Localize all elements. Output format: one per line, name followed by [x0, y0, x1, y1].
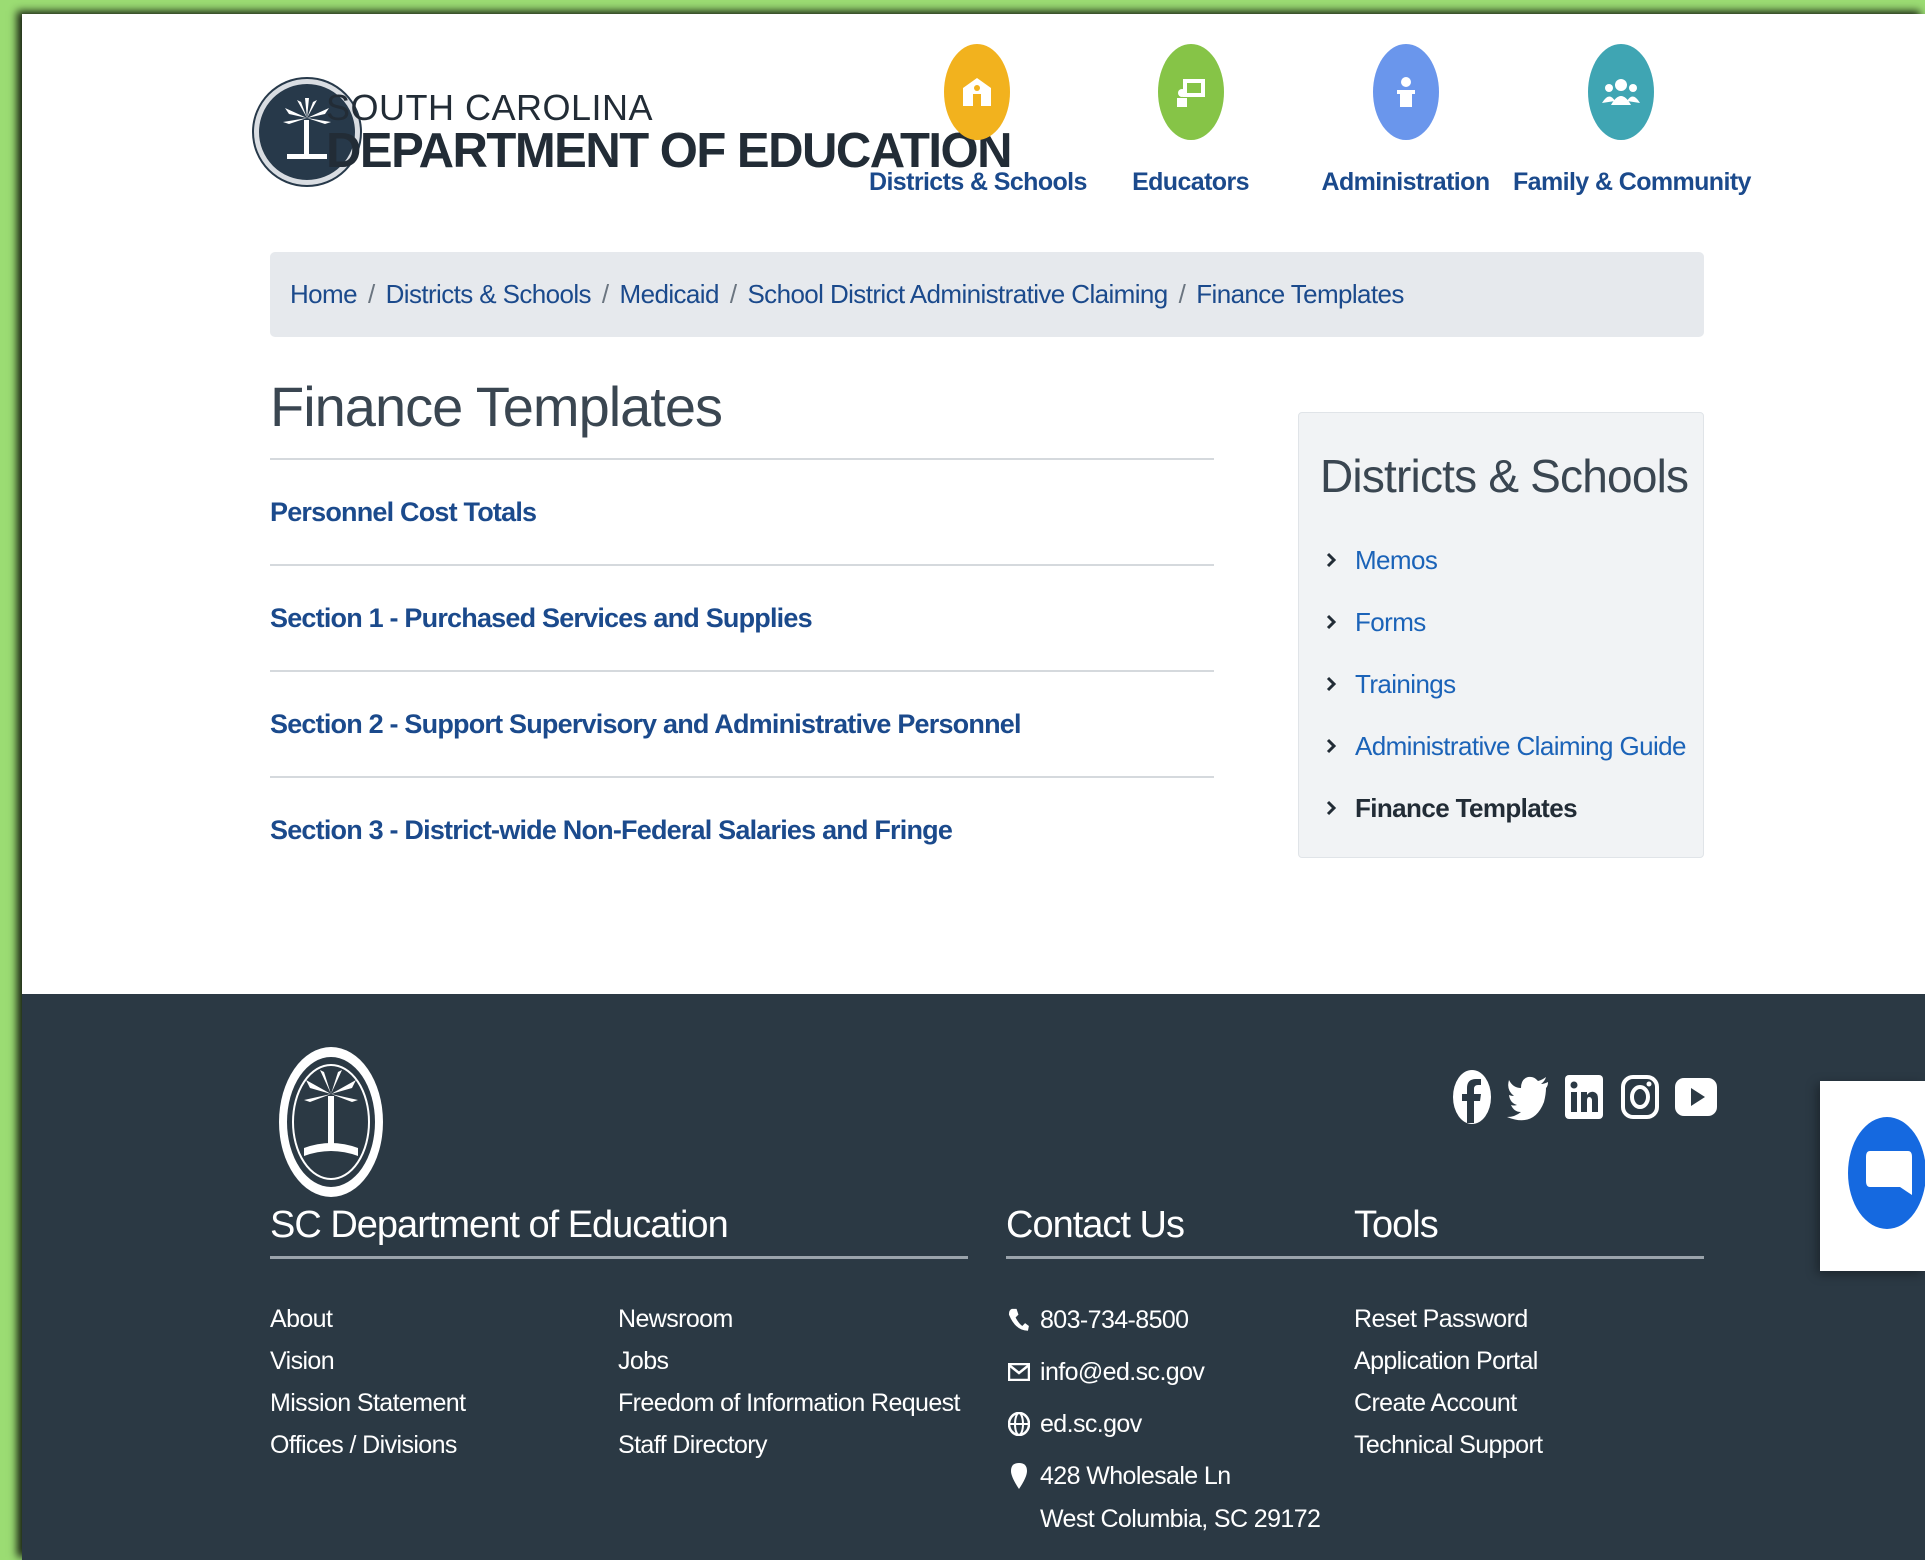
contact-phone-text: 803-734-8500	[1040, 1305, 1189, 1334]
contact-address-line1: 428 Wholesale Ln	[1040, 1461, 1231, 1490]
document-link[interactable]: Section 2 - Support Supervisory and Admi…	[270, 709, 1021, 740]
breadcrumb-separator: /	[729, 279, 737, 309]
breadcrumb-separator: /	[1178, 279, 1186, 309]
chat-bubble-icon	[1866, 1151, 1912, 1195]
footer-link-staff-directory[interactable]: Staff Directory	[618, 1424, 960, 1466]
footer-divider	[1354, 1256, 1704, 1259]
sidebar-item-label: Memos	[1355, 544, 1438, 575]
document-link[interactable]: Section 1 - Purchased Services and Suppl…	[270, 603, 813, 634]
list-item: Section 1 - Purchased Services and Suppl…	[270, 564, 1214, 670]
footer-link-create-account[interactable]: Create Account	[1354, 1382, 1543, 1424]
footer-link-technical-support[interactable]: Technical Support	[1354, 1424, 1543, 1466]
breadcrumb-sdac[interactable]: School District Administrative Claiming	[747, 279, 1168, 310]
list-item: Section 3 - District-wide Non-Federal Sa…	[270, 776, 1214, 882]
map-pin-icon	[1006, 1462, 1032, 1490]
list-item: Section 2 - Support Supervisory and Admi…	[270, 670, 1214, 776]
contact-email[interactable]: info@ed.sc.gov	[1006, 1346, 1320, 1398]
nav-educators[interactable]: Educators	[1083, 44, 1298, 197]
breadcrumb-districts-schools[interactable]: Districts & Schools	[386, 279, 592, 310]
footer-link-mission[interactable]: Mission Statement	[270, 1382, 466, 1424]
sidebar-title: Districts & Schools	[1320, 450, 1689, 502]
site-footer: SC Department of Education About Vision …	[22, 994, 1925, 1560]
footer-link-newsroom[interactable]: Newsroom	[618, 1298, 960, 1340]
sidebar-item-trainings[interactable]: Trainings	[1325, 653, 1686, 715]
document-link[interactable]: Personnel Cost Totals	[270, 497, 537, 528]
footer-org-links-2: Newsroom Jobs Freedom of Information Req…	[618, 1298, 961, 1466]
sidebar-item-label: Trainings	[1355, 668, 1456, 699]
document-list: Personnel Cost Totals Section 1 - Purcha…	[270, 458, 1214, 882]
footer-link-about[interactable]: About	[270, 1298, 465, 1340]
breadcrumb-medicaid[interactable]: Medicaid	[620, 279, 720, 310]
breadcrumb-separator: /	[367, 279, 375, 309]
linkedin-icon[interactable]	[1562, 1069, 1606, 1125]
footer-org-links-1: About Vision Mission Statement Offices /…	[270, 1298, 466, 1466]
contact-phone[interactable]: 803-734-8500	[1006, 1294, 1320, 1346]
footer-contact-info: 803-734-8500 info@ed.sc.gov ed.sc.gov 42…	[1006, 1294, 1321, 1536]
footer-link-vision[interactable]: Vision	[270, 1340, 465, 1382]
chevron-right-icon	[1325, 614, 1347, 630]
whiteboard-icon	[1157, 44, 1224, 140]
chevron-right-icon	[1325, 552, 1347, 568]
footer-link-foia[interactable]: Freedom of Information Request	[618, 1382, 961, 1424]
footer-tools-links: Reset Password Application Portal Create…	[1354, 1298, 1543, 1466]
phone-icon	[1006, 1307, 1032, 1333]
list-item: Personnel Cost Totals	[270, 458, 1214, 564]
twitter-icon[interactable]	[1506, 1069, 1550, 1125]
document-link[interactable]: Section 3 - District-wide Non-Federal Sa…	[270, 815, 953, 846]
footer-link-offices[interactable]: Offices / Divisions	[270, 1424, 465, 1466]
nav-family-community[interactable]: Family & Community	[1513, 44, 1751, 197]
people-icon	[1587, 44, 1654, 140]
contact-website[interactable]: ed.sc.gov	[1006, 1398, 1320, 1450]
breadcrumb-current[interactable]: Finance Templates	[1196, 279, 1404, 310]
footer-heading-contact: Contact Us	[1006, 1204, 1185, 1246]
breadcrumb-home[interactable]: Home	[290, 279, 358, 310]
footer-divider	[1006, 1256, 1360, 1259]
chat-widget	[1820, 1081, 1925, 1271]
podium-icon	[1372, 44, 1439, 140]
chevron-right-icon	[1325, 738, 1347, 754]
nav-label[interactable]: Districts & Schools	[869, 168, 1087, 197]
chat-button[interactable]	[1848, 1117, 1925, 1229]
social-links	[1450, 1069, 1718, 1125]
globe-icon	[1006, 1412, 1032, 1436]
footer-link-application-portal[interactable]: Application Portal	[1354, 1340, 1543, 1382]
browser-viewport: SOUTH CAROLINA DEPARTMENT OF EDUCATION D…	[22, 14, 1925, 1560]
instagram-icon[interactable]	[1618, 1069, 1662, 1125]
breadcrumb-separator: /	[601, 279, 609, 309]
sidebar-item-memos[interactable]: Memos	[1325, 529, 1686, 591]
contact-website-text: ed.sc.gov	[1040, 1409, 1142, 1438]
sidebar: Districts & Schools Memos Forms Training…	[1298, 412, 1704, 858]
nav-districts-schools[interactable]: Districts & Schools	[869, 44, 1087, 197]
sidebar-item-label: Administrative Claiming Guide	[1355, 730, 1686, 761]
site-logo[interactable]: SOUTH CAROLINA DEPARTMENT OF EDUCATION	[254, 79, 1013, 199]
contact-email-text: info@ed.sc.gov	[1040, 1357, 1205, 1386]
chevron-right-icon	[1325, 676, 1347, 692]
envelope-icon	[1006, 1363, 1032, 1381]
nav-administration[interactable]: Administration	[1298, 44, 1513, 197]
school-icon	[943, 44, 1010, 140]
nav-label[interactable]: Administration	[1298, 168, 1513, 197]
chevron-right-icon	[1325, 800, 1347, 816]
sidebar-item-forms[interactable]: Forms	[1325, 591, 1686, 653]
contact-address: 428 Wholesale Ln	[1006, 1450, 1320, 1502]
department-seal-icon	[276, 1044, 386, 1205]
sidebar-item-claiming-guide[interactable]: Administrative Claiming Guide	[1325, 715, 1686, 777]
sidebar-item-label: Finance Templates	[1355, 792, 1578, 823]
breadcrumb: Home / Districts & Schools / Medicaid / …	[270, 252, 1704, 337]
sidebar-item-finance-templates[interactable]: Finance Templates	[1325, 777, 1686, 839]
page-title: Finance Templates	[270, 375, 723, 438]
footer-heading-org: SC Department of Education	[270, 1204, 729, 1246]
sidebar-item-label: Forms	[1355, 606, 1426, 637]
footer-heading-tools: Tools	[1354, 1204, 1439, 1246]
youtube-icon[interactable]	[1674, 1069, 1718, 1125]
nav-label[interactable]: Educators	[1083, 168, 1298, 197]
footer-link-jobs[interactable]: Jobs	[618, 1340, 960, 1382]
footer-link-reset-password[interactable]: Reset Password	[1354, 1298, 1543, 1340]
footer-divider	[270, 1256, 968, 1259]
nav-label[interactable]: Family & Community	[1513, 168, 1751, 197]
facebook-icon[interactable]	[1450, 1069, 1494, 1125]
contact-address-line2: West Columbia, SC 29172	[1040, 1505, 1321, 1533]
